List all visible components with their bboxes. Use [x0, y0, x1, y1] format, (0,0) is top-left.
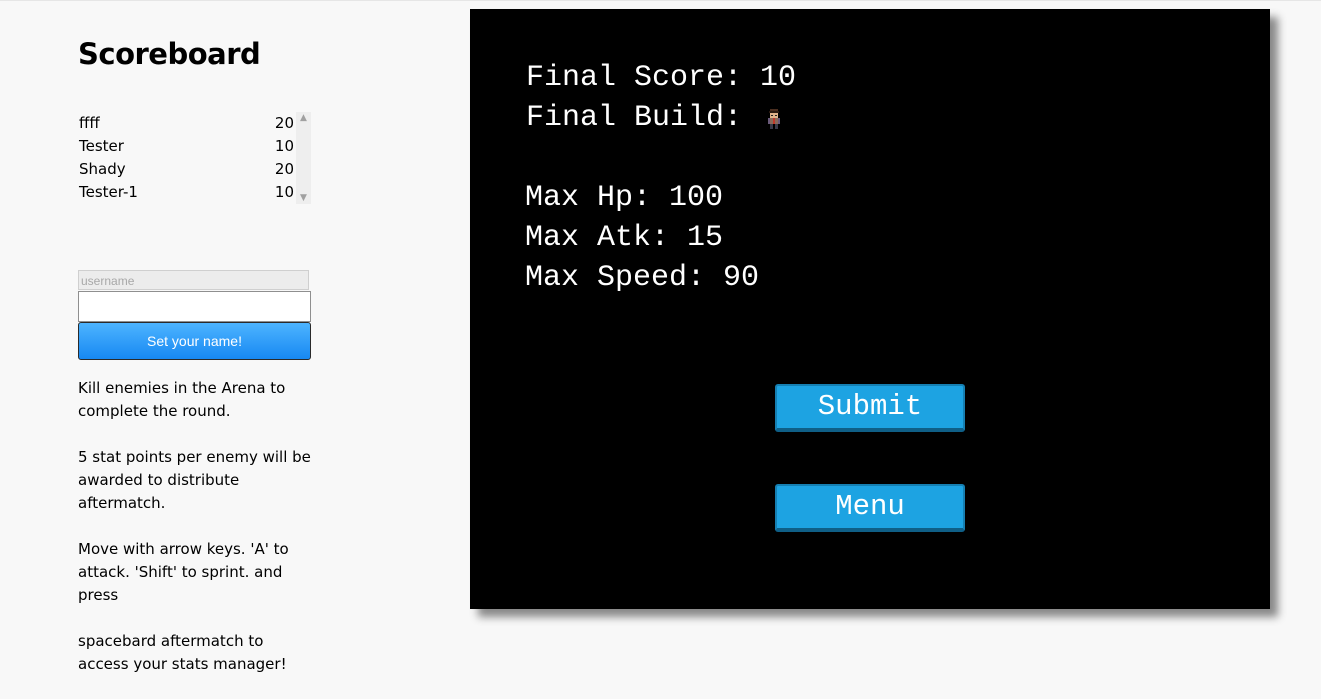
score-name: Tester-1 [79, 183, 138, 201]
scoreboard-list[interactable]: ffff 20 Tester 10 Shady 20 Tester-1 10 ▲… [78, 112, 311, 204]
score-value: 10 [274, 137, 294, 155]
scoreboard-title: Scoreboard [78, 37, 261, 71]
character-sprite-icon [768, 109, 780, 129]
score-value: 20 [274, 160, 294, 178]
score-row: Tester 10 [78, 135, 294, 158]
scroll-down-icon[interactable]: ▼ [296, 192, 311, 204]
instructions: Kill enemies in the Arena to complete th… [78, 377, 318, 699]
scroll-up-icon[interactable]: ▲ [296, 112, 311, 124]
set-name-button[interactable]: Set your name! [78, 322, 311, 360]
score-row: Tester-1 10 [78, 181, 294, 204]
username-input[interactable] [78, 291, 311, 322]
score-value: 20 [274, 114, 294, 132]
instruction-text: Move with arrow keys. 'A' to attack. 'Sh… [78, 540, 289, 604]
username-placeholder-label: username [78, 270, 309, 290]
menu-button[interactable]: Menu [775, 484, 965, 532]
page-top-border [0, 0, 1321, 1]
max-hp-text: Max Hp: 100 [525, 181, 724, 215]
final-build-text: Final Build: [526, 101, 743, 135]
score-name: ffff [79, 114, 100, 132]
score-name: Tester [79, 137, 124, 155]
max-atk-text: Max Atk: 15 [525, 221, 724, 255]
final-score-text: Final Score: 10 [526, 61, 797, 95]
scoreboard-scrollbar[interactable]: ▲ ▼ [296, 112, 311, 204]
score-row: ffff 20 [78, 112, 294, 135]
game-canvas[interactable]: Final Score: 10 Final Build: Max Hp: 100… [470, 9, 1270, 609]
instruction-text: spacebard aftermatch to access your stat… [78, 632, 287, 673]
instruction-text: Kill enemies in the Arena to complete th… [78, 379, 286, 420]
score-value: 10 [274, 183, 294, 201]
score-row: Shady 20 [78, 158, 294, 181]
score-rows: ffff 20 Tester 10 Shady 20 Tester-1 10 [78, 112, 294, 204]
max-speed-text: Max Speed: 90 [525, 261, 760, 295]
submit-button[interactable]: Submit [775, 384, 965, 432]
sidebar: Scoreboard ffff 20 Tester 10 Shady 20 Te… [78, 34, 318, 673]
score-name: Shady [79, 160, 126, 178]
instruction-text: 5 stat points per enemy will be awarded … [78, 448, 311, 512]
